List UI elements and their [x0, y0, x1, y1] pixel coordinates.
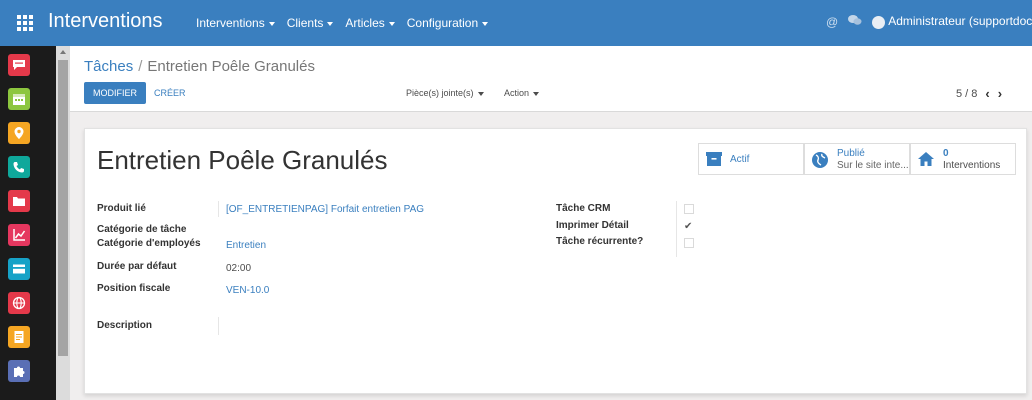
- pager: 5 / 8 ‹ ›: [956, 86, 1002, 101]
- pager-next-icon[interactable]: ›: [998, 86, 1002, 101]
- description-label: Description: [97, 320, 153, 331]
- scroll-up-arrow-icon[interactable]: [60, 50, 66, 54]
- duree-value: 02:00: [226, 263, 252, 274]
- record-title: Entretien Poêle Granulés: [97, 145, 388, 175]
- app-brand[interactable]: Interventions: [48, 10, 163, 33]
- position-fiscale-link[interactable]: VEN-10.0: [226, 285, 269, 296]
- apps-grid-icon[interactable]: [17, 15, 33, 31]
- imprimer-detail-checkbox[interactable]: ✔: [684, 221, 692, 232]
- folder-icon[interactable]: [8, 190, 30, 212]
- field-divider: [676, 201, 677, 257]
- active-toggle-button[interactable]: Actif: [698, 143, 804, 175]
- location-icon[interactable]: [8, 122, 30, 144]
- categorie-employes-label: Catégorie d'employés: [97, 238, 201, 249]
- user-menu[interactable]: Administrateur (supportdoc): [872, 14, 1032, 29]
- caret-down-icon: [388, 21, 395, 26]
- edit-button[interactable]: MODIFIER: [84, 82, 146, 104]
- position-fiscale-label: Position fiscale: [97, 283, 171, 294]
- globe-icon: [811, 151, 829, 172]
- action-dropdown[interactable]: Action: [504, 88, 540, 98]
- categorie-tache-label: Catégorie de tâche: [97, 224, 187, 235]
- tache-crm-label: Tâche CRM: [556, 203, 611, 214]
- calendar-icon[interactable]: [8, 88, 30, 110]
- caret-down-icon: [477, 91, 484, 96]
- pager-value[interactable]: 5 / 8: [956, 88, 977, 100]
- caret-down-icon: [533, 91, 540, 96]
- interventions-smart-button[interactable]: 0 Interventions: [910, 143, 1016, 175]
- duree-label: Durée par défaut: [97, 261, 177, 272]
- menu-articles[interactable]: Articles: [345, 16, 395, 30]
- tache-recurrente-checkbox[interactable]: [684, 238, 694, 248]
- create-button[interactable]: CRÉER: [154, 88, 186, 98]
- caret-down-icon: [327, 21, 334, 26]
- published-subtitle: Sur le site inte...: [837, 160, 909, 171]
- chart-icon[interactable]: [8, 224, 30, 246]
- tache-crm-checkbox[interactable]: [684, 204, 694, 214]
- avatar: [872, 15, 886, 29]
- at-mention-icon[interactable]: @: [826, 15, 838, 29]
- caret-down-icon: [482, 21, 489, 26]
- caret-down-icon: [268, 21, 275, 26]
- card-icon[interactable]: [8, 258, 30, 280]
- chat-bubbles-icon[interactable]: [848, 14, 862, 29]
- published-label: Publié: [837, 148, 865, 159]
- phone-icon[interactable]: [8, 156, 30, 178]
- interventions-count: 0: [943, 148, 949, 159]
- pager-previous-icon[interactable]: ‹: [985, 86, 989, 101]
- menu-clients[interactable]: Clients: [287, 16, 334, 30]
- document-icon[interactable]: [8, 326, 30, 348]
- produit-lie-link[interactable]: [OF_ENTRETIENPAG] Forfait entretien PAG: [226, 204, 424, 215]
- published-button[interactable]: Publié Sur le site inte...: [804, 143, 910, 175]
- form-sheet: Entretien Poêle Granulés Actif Publié Su…: [84, 128, 1027, 394]
- menu-interventions[interactable]: Interventions: [196, 16, 275, 30]
- breadcrumb-separator: /: [138, 58, 143, 75]
- breadcrumb-parent-link[interactable]: Tâches: [84, 58, 133, 75]
- archive-box-icon: [705, 151, 723, 170]
- navbar-systray: @ Administrateur (supportdoc): [826, 14, 1032, 29]
- field-divider: [218, 317, 219, 335]
- active-label: Actif: [730, 154, 750, 165]
- interventions-label: Interventions: [943, 160, 1001, 171]
- breadcrumb-current: Entretien Poêle Granulés: [147, 58, 315, 75]
- tache-recurrente-label: Tâche récurrente?: [556, 236, 644, 247]
- field-divider: [218, 201, 219, 217]
- top-navbar: Interventions Interventions Clients Arti…: [0, 0, 1032, 46]
- menu-configuration[interactable]: Configuration: [407, 16, 489, 30]
- puzzle-icon[interactable]: [8, 360, 30, 382]
- main-menu: Interventions Clients Articles Configura…: [196, 16, 489, 30]
- globe-icon[interactable]: [8, 292, 30, 314]
- attachments-dropdown[interactable]: Pièce(s) jointe(s): [406, 88, 484, 98]
- produit-lie-label: Produit lié: [97, 203, 146, 214]
- sidebar-scroll-thumb[interactable]: [58, 60, 68, 356]
- breadcrumb: Tâches / Entretien Poêle Granulés: [84, 58, 315, 75]
- control-panel: Tâches / Entretien Poêle Granulés MODIFIER…: [70, 46, 1032, 112]
- home-icon: [917, 151, 935, 170]
- imprimer-detail-label: Imprimer Détail: [556, 220, 629, 231]
- chat-icon[interactable]: [8, 54, 30, 76]
- categorie-employes-link[interactable]: Entretien: [226, 240, 266, 251]
